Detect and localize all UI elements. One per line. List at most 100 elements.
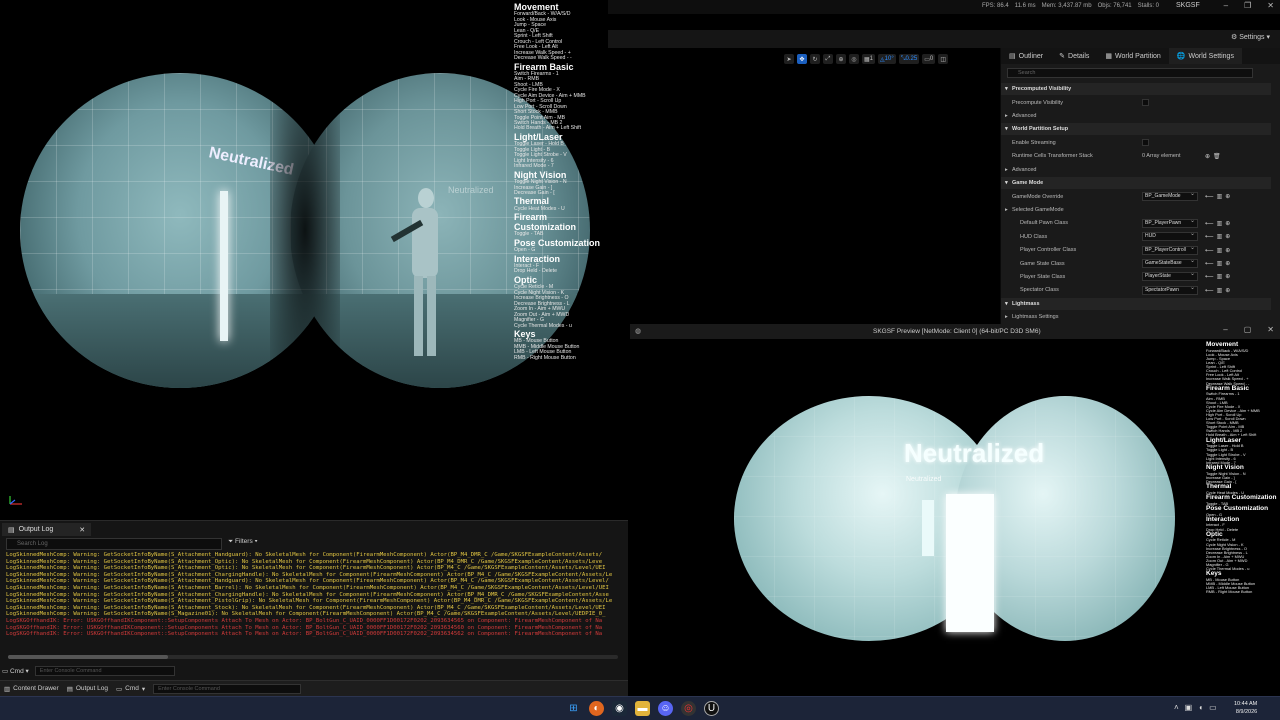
chevron-down-icon[interactable]: ▾ <box>1005 301 1008 307</box>
chevron-right-icon[interactable]: ▸ <box>1005 113 1008 119</box>
taskbar-clock[interactable]: 10:44 AM 8/9/2026 <box>1234 700 1257 716</box>
details-row[interactable]: GameMode Override BP_GameMode ⟵▥⊕ <box>1001 191 1271 203</box>
class-dropdown[interactable]: BP_PlayerControll <box>1142 245 1198 255</box>
filters-button[interactable]: ⏷ Filters ▾ <box>228 538 258 546</box>
add-icon[interactable]: ⊕ <box>1225 193 1230 200</box>
add-icon[interactable]: ⊕ <box>1225 287 1230 294</box>
cmd-selector[interactable]: ▭ Cmd ▾ <box>2 667 29 675</box>
property-checkbox[interactable] <box>1142 99 1149 106</box>
details-row[interactable]: ▸ Advanced <box>1001 164 1271 176</box>
status-console-input[interactable]: Enter Console Command <box>153 683 302 694</box>
maximize-icon[interactable]: ❐ <box>1244 1 1251 10</box>
log-horizontal-scrollbar[interactable] <box>8 655 618 659</box>
details-category[interactable]: ▾ World Partition Setup <box>1001 123 1271 136</box>
game-viewport[interactable]: Neutralized Neutralized Movement Forward/… <box>0 0 608 456</box>
select-mode-icon[interactable]: ➤ <box>784 54 794 64</box>
firefox-icon[interactable]: ◐ <box>589 701 604 716</box>
chevron-down-icon[interactable]: ▾ <box>1005 126 1008 132</box>
browse-icon[interactable]: ⟵ <box>1205 260 1214 267</box>
network-icon[interactable]: ▣ <box>1185 703 1193 712</box>
add-icon[interactable]: ⊕ <box>1225 260 1230 267</box>
obs-icon[interactable]: ◎ <box>681 701 696 716</box>
folder-icon[interactable]: ▥ <box>1217 287 1223 294</box>
folder-icon[interactable]: ▥ <box>1217 247 1223 254</box>
class-dropdown[interactable]: BP_GameMode <box>1142 191 1198 201</box>
class-dropdown[interactable]: BP_PlayerPawn <box>1142 218 1198 228</box>
folder-icon[interactable]: ▥ <box>1217 233 1223 240</box>
world-local-icon[interactable]: ⊕ <box>836 54 846 64</box>
tab-details[interactable]: ✎ Details <box>1051 48 1097 64</box>
camera-speed-icon[interactable]: ▭ 0 <box>922 54 936 64</box>
class-dropdown[interactable]: SpectatorPawn <box>1142 285 1198 295</box>
folder-icon[interactable]: ▥ <box>1217 273 1223 280</box>
details-category[interactable]: ▾ Lightmass <box>1001 297 1271 310</box>
add-element-icon[interactable]: ⊕ <box>1205 153 1210 160</box>
class-dropdown[interactable]: PlayerState <box>1142 271 1198 282</box>
property-checkbox[interactable] <box>1142 139 1149 147</box>
cmd-button[interactable]: ▭ Cmd ▾ <box>116 685 145 693</box>
details-row[interactable]: Enable Streaming <box>1001 137 1271 149</box>
details-row[interactable]: ▸ Selected GameMode <box>1001 204 1271 216</box>
folder-icon[interactable]: ▥ <box>1217 260 1223 267</box>
details-row[interactable]: HUD Class HUD ⟵▥⊕ <box>1001 231 1271 243</box>
settings-button[interactable]: ⚙ Settings ▾ <box>1231 33 1270 41</box>
tray-chevron-icon[interactable]: ˄ <box>1174 703 1179 712</box>
folder-icon[interactable]: ▥ <box>1217 193 1223 200</box>
log-search-input[interactable]: Search Log <box>6 538 222 550</box>
details-row[interactable]: Player State Class PlayerState ⟵▥⊕ <box>1001 271 1271 283</box>
class-dropdown[interactable]: GameStateBase <box>1142 258 1198 268</box>
preview-titlebar[interactable]: ◍ SKGSF Preview [NetMode: Client 0] (64-… <box>630 324 1280 339</box>
details-category[interactable]: ▾ Game Mode <box>1001 177 1271 189</box>
close-icon[interactable]: ✕ <box>1267 1 1274 10</box>
close-tab-icon[interactable]: ✕ <box>79 526 85 534</box>
details-row[interactable]: Player Controller Class BP_PlayerControll… <box>1001 244 1271 256</box>
details-search-input[interactable]: Search <box>1007 68 1253 78</box>
chevron-right-icon[interactable]: ▸ <box>1005 207 1008 213</box>
viewport-layout-icon[interactable]: ◫ <box>938 54 949 64</box>
output-log-button[interactable]: ▤ Output Log <box>67 685 108 693</box>
tab-outliner[interactable]: ▤ Outliner <box>1001 48 1051 64</box>
translate-icon[interactable]: ✥ <box>797 54 807 64</box>
windows-start-icon[interactable]: ⊞ <box>566 701 581 716</box>
chevron-right-icon[interactable]: ▸ <box>1005 167 1008 173</box>
folder-icon[interactable]: ▥ <box>1217 220 1223 227</box>
browse-icon[interactable]: ⟵ <box>1205 247 1214 254</box>
preview-close-icon[interactable]: ✕ <box>1267 325 1274 334</box>
chevron-down-icon[interactable]: ▾ <box>1005 180 1008 186</box>
browse-icon[interactable]: ⟵ <box>1205 220 1214 227</box>
browse-icon[interactable]: ⟵ <box>1205 273 1214 280</box>
add-icon[interactable]: ⊕ <box>1225 233 1230 240</box>
rotate-icon[interactable]: ↻ <box>810 54 820 64</box>
content-drawer-button[interactable]: ▥ Content Drawer <box>4 685 59 693</box>
browse-icon[interactable]: ⟵ <box>1205 233 1214 240</box>
steam-icon[interactable]: ◉ <box>612 701 627 716</box>
preview-maximize-icon[interactable]: ▢ <box>1244 325 1252 334</box>
preview-minimize-icon[interactable]: – <box>1223 325 1227 334</box>
chevron-down-icon[interactable]: ▾ <box>1005 86 1008 92</box>
scale-icon[interactable]: ⤢ <box>823 54 833 64</box>
add-icon[interactable]: ⊕ <box>1225 247 1230 254</box>
tab-world-partition[interactable]: ▦ World Partition <box>1097 48 1168 64</box>
unreal-engine-icon[interactable]: U <box>704 701 719 716</box>
pie-preview-window[interactable]: ◍ SKGSF Preview [NetMode: Client 0] (64-… <box>630 324 1280 696</box>
add-icon[interactable]: ⊕ <box>1225 220 1230 227</box>
scale-snap-icon[interactable]: ⤡ 0.25 <box>898 54 920 64</box>
surface-snap-icon[interactable]: ◎ <box>849 54 859 64</box>
details-row[interactable]: ▸ Lightmass Settings <box>1001 311 1271 323</box>
volume-icon[interactable]: ◖ <box>1198 703 1203 712</box>
details-row[interactable]: ▸ Advanced <box>1001 110 1271 122</box>
browse-icon[interactable]: ⟵ <box>1205 287 1214 294</box>
output-log-tab[interactable]: ▤ Output Log ✕ <box>2 523 92 536</box>
class-dropdown[interactable]: HUD <box>1142 231 1198 242</box>
details-row[interactable]: Spectator Class SpectatorPawn ⟵▥⊕ <box>1001 284 1271 296</box>
file-explorer-icon[interactable]: ▬ <box>635 701 650 716</box>
details-category[interactable]: ▾ Precomputed Visibility <box>1001 83 1271 95</box>
details-row[interactable]: Default Pawn Class BP_PlayerPawn ⟵▥⊕ <box>1001 217 1271 229</box>
details-row[interactable]: Runtime Cells Transformer Stack 0 Array e… <box>1001 150 1271 162</box>
discord-icon[interactable]: ☺ <box>658 701 673 716</box>
chevron-right-icon[interactable]: ▸ <box>1005 314 1008 320</box>
rotation-snap-icon[interactable]: ◬ 10° <box>878 54 896 64</box>
battery-icon[interactable]: ▭ <box>1209 703 1217 712</box>
console-command-input[interactable]: Enter Console Command <box>34 666 175 676</box>
details-row[interactable]: Precompute Visibility <box>1001 97 1271 109</box>
